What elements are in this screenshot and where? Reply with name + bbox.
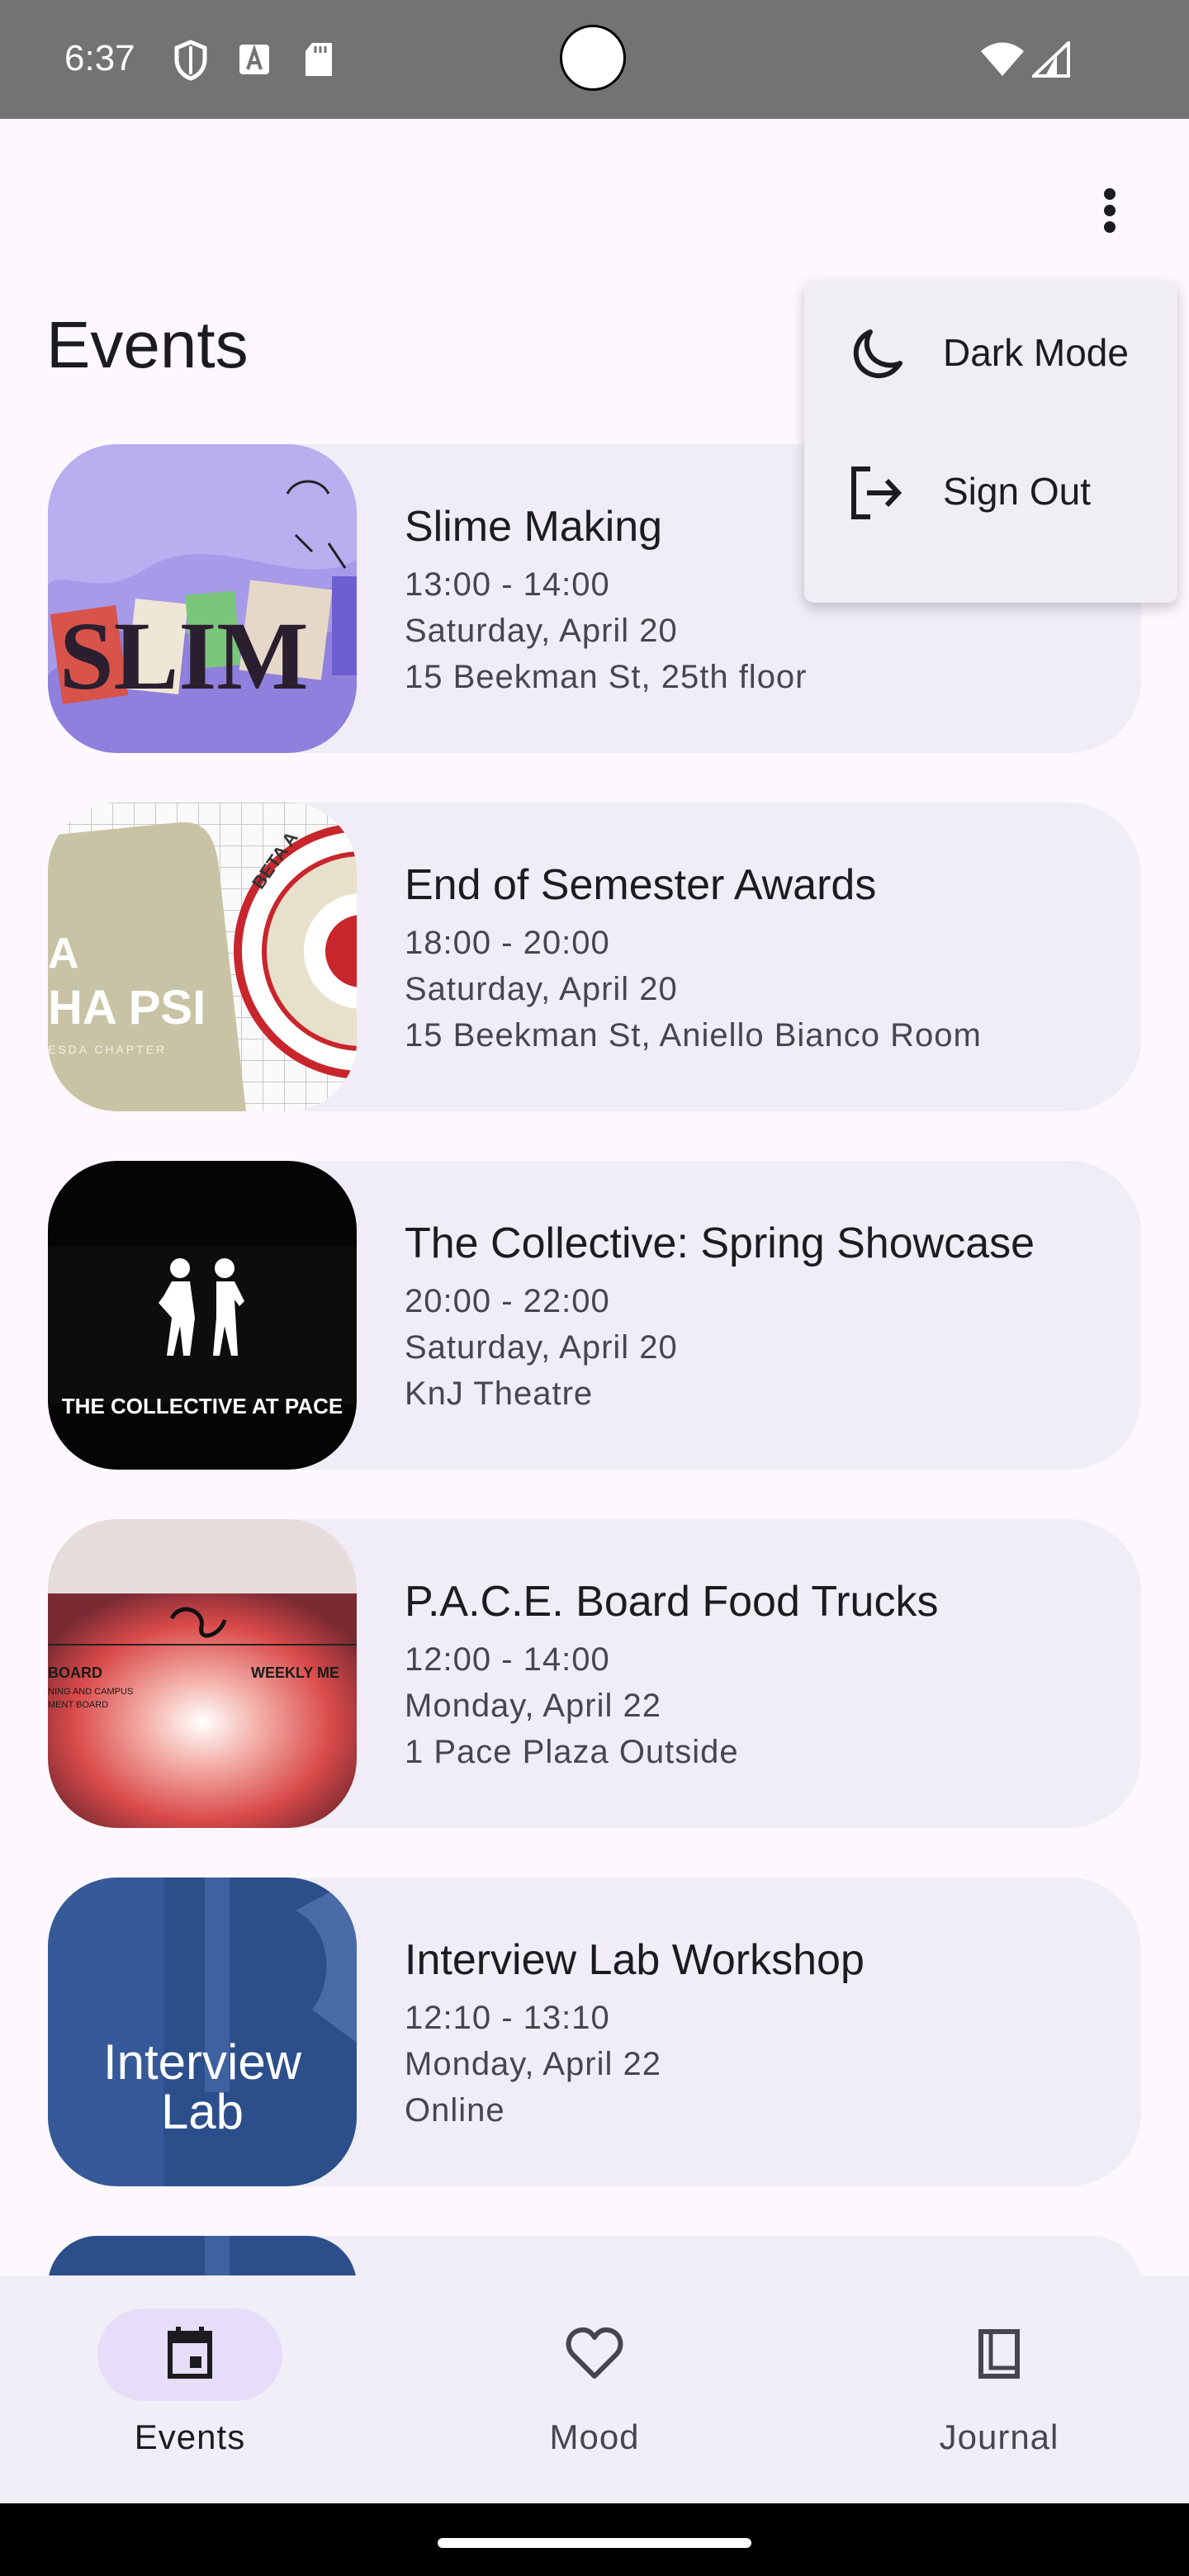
poster-text: A	[48, 930, 79, 978]
event-title: Interview Lab Workshop	[405, 1936, 865, 1984]
camera-cutout	[560, 25, 626, 91]
event-date: Saturday, April 20	[405, 1329, 678, 1366]
system-navigation-bar	[0, 2503, 1189, 2576]
event-date: Monday, April 22	[405, 1688, 661, 1724]
event-image: BOARD NING AND CAMPUS MENT BOARD WEEKLY …	[48, 1519, 357, 1828]
nav-item-events[interactable]: Events	[48, 2275, 296, 2503]
event-date: Monday, April 22	[405, 2046, 661, 2082]
event-image: Interview Lab	[48, 1878, 357, 2186]
event-image: THE COLLECTIVE AT PACE	[48, 1161, 357, 1470]
event-title: The Collective: Spring Showcase	[405, 1219, 1035, 1267]
heart-icon	[566, 2327, 623, 2379]
event-card[interactable]: A HA PSI ESDA CHAPTER BETA A End of Seme…	[48, 803, 1141, 1111]
event-time: 18:00 - 20:00	[405, 925, 610, 961]
event-card[interactable]: BOARD NING AND CAMPUS MENT BOARD WEEKLY …	[48, 1519, 1141, 1828]
font-a-icon	[239, 44, 269, 74]
event-image: SLIM	[48, 444, 357, 753]
poster-text: HA PSI	[48, 981, 206, 1035]
event-location: 15 Beekman St, 25th floor	[405, 659, 808, 695]
nav-label: Mood	[549, 2417, 640, 2456]
logout-icon	[851, 466, 902, 519]
event-card[interactable]: Interview Lab Interview Lab Workshop 12:…	[48, 1878, 1141, 2186]
event-time: 12:00 - 14:00	[405, 1641, 610, 1678]
event-location: 15 Beekman St, Aniello Bianco Room	[405, 1017, 982, 1054]
poster-text: WEEKLY ME	[251, 1664, 339, 1681]
status-time: 6:37	[64, 38, 135, 78]
more-vert-icon	[1087, 188, 1133, 233]
poster-text: ESDA CHAPTER	[48, 1043, 167, 1056]
signal-icon	[1032, 41, 1070, 78]
book-icon	[978, 2329, 1020, 2379]
event-card[interactable]: THE COLLECTIVE AT PACE The Collective: S…	[48, 1161, 1141, 1470]
bottom-navigation: Events Mood Journal	[0, 2275, 1189, 2503]
menu-item-sign-out[interactable]: Sign Out	[804, 426, 1177, 550]
event-time: 20:00 - 22:00	[405, 1283, 610, 1319]
nav-label: Events	[134, 2417, 246, 2456]
wifi-icon	[981, 42, 1024, 76]
poster-text: BOARD	[48, 1664, 102, 1681]
poster-text: MENT BOARD	[48, 1700, 108, 1710]
event-location: KnJ Theatre	[405, 1376, 594, 1412]
overflow-menu: Dark Mode Sign Out	[804, 281, 1177, 603]
poster-text: SLIM	[59, 602, 309, 710]
event-image: A HA PSI ESDA CHAPTER BETA A	[48, 803, 357, 1111]
menu-item-dark-mode[interactable]: Dark Mode	[804, 287, 1177, 411]
event-date: Saturday, April 20	[405, 613, 678, 649]
status-bar: 6:37	[0, 0, 1189, 119]
menu-item-label: Dark Mode	[943, 331, 1129, 374]
poster-text: Lab	[161, 2084, 244, 2139]
event-date: Saturday, April 20	[405, 971, 678, 1007]
event-title: P.A.C.E. Board Food Trucks	[405, 1578, 939, 1626]
poster-text: Interview	[103, 2034, 302, 2090]
more-options-button[interactable]	[1087, 183, 1133, 239]
nav-item-mood[interactable]: Mood	[452, 2275, 700, 2503]
event-location: 1 Pace Plaza Outside	[405, 1734, 739, 1770]
home-gesture-handle[interactable]	[438, 2538, 751, 2548]
moon-icon	[853, 329, 902, 378]
menu-item-label: Sign Out	[943, 470, 1091, 513]
nav-item-journal[interactable]: Journal	[857, 2275, 1105, 2503]
nav-label: Journal	[939, 2417, 1059, 2456]
page-title: Events	[46, 308, 249, 381]
calendar-icon	[168, 2327, 212, 2379]
event-time: 12:10 - 13:10	[405, 2000, 610, 2036]
poster-text: NING AND CAMPUS	[48, 1687, 133, 1697]
event-title: End of Semester Awards	[405, 861, 877, 909]
sd-card-icon	[306, 43, 332, 76]
shield-icon	[174, 40, 207, 81]
poster-text: THE COLLECTIVE AT PACE	[62, 1394, 343, 1418]
event-location: Online	[405, 2092, 505, 2129]
